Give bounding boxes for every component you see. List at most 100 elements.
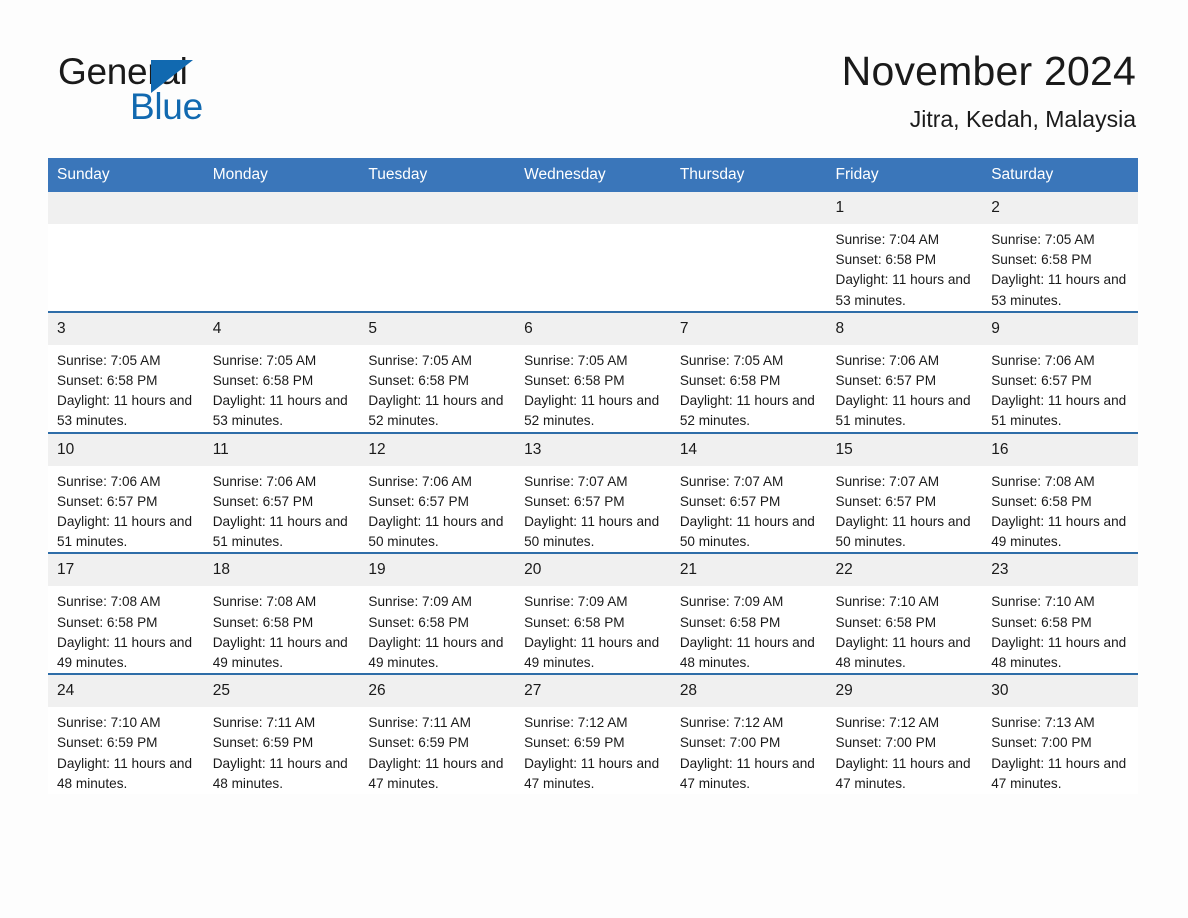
day-number	[515, 192, 671, 224]
calendar-day-cell[interactable]: 30 Sunrise: 7:13 AM Sunset: 7:00 PM Dayligh…	[982, 673, 1138, 795]
sunset-text: Sunset: 6:58 PM	[991, 252, 1092, 268]
page-masthead: General Blue November 2024 Jitra, Kedah,…	[0, 0, 1188, 158]
calendar-week-row: 10 Sunrise: 7:06 AM Sunset: 6:57 PM Dayligh…	[48, 431, 1138, 554]
calendar-day-cell[interactable]: 9 Sunrise: 7:06 AM Sunset: 6:57 PM Daylight…	[982, 310, 1138, 433]
day-number	[48, 192, 204, 224]
calendar-day-cell[interactable]: 1 Sunrise: 7:04 AM Sunset: 6:58 PM Daylight…	[826, 192, 983, 312]
sunset-text: Sunset: 6:58 PM	[679, 373, 781, 389]
sunset-text: Sunset: 6:58 PM	[524, 614, 625, 630]
calendar-day-cell[interactable]: 23 Sunrise: 7:10 AM Sunset: 6:58 PM Dayligh…	[982, 552, 1138, 675]
sunrise-text: Sunrise: 7:10 AM	[991, 594, 1095, 610]
calendar-day-cell[interactable]: 17 Sunrise: 7:08 AM Sunset: 6:58 PM Dayligh…	[48, 552, 204, 675]
day-number: 25	[203, 675, 360, 708]
brand-logo[interactable]: General Blue	[58, 52, 358, 130]
calendar-week-row: 17 Sunrise: 7:08 AM Sunset: 6:58 PM Dayligh…	[48, 552, 1138, 675]
day-number: 7	[670, 312, 827, 345]
calendar-day-cell[interactable]: 6 Sunrise: 7:05 AM Sunset: 6:58 PM Daylight…	[515, 310, 671, 433]
calendar-day-cell[interactable]: 2 Sunrise: 7:05 AM Sunset: 6:58 PM Daylight…	[982, 192, 1138, 312]
day-details: Sunrise: 7:12 AM Sunset: 7:00 PM Daylight:…	[671, 707, 827, 794]
sunset-text: Sunset: 7:00 PM	[835, 735, 937, 751]
calendar-day-cell[interactable]: 26 Sunrise: 7:11 AM Sunset: 6:59 PM Dayligh…	[359, 673, 516, 795]
calendar-day-cell[interactable]: 20 Sunrise: 7:09 AM Sunset: 6:58 PM Dayligh…	[515, 552, 671, 675]
calendar-day-cell[interactable]: 16 Sunrise: 7:08 AM Sunset: 6:58 PM Dayligh…	[982, 431, 1138, 554]
calendar-day-cell[interactable]: 14 Sunrise: 7:07 AM Sunset: 6:57 PM Dayligh…	[670, 431, 827, 554]
sunset-text: Sunset: 6:57 PM	[835, 373, 937, 389]
weekday-header-wednesday: Wednesday	[515, 158, 671, 192]
day-details: Sunrise: 7:07 AM Sunset: 6:57 PM Daylight:…	[515, 466, 671, 553]
daylight-text: Daylight: 11 hours and 53 minutes.	[212, 393, 348, 429]
weekday-header-tuesday: Tuesday	[359, 158, 516, 192]
calendar-day-cell[interactable]: 22 Sunrise: 7:10 AM Sunset: 6:58 PM Dayligh…	[826, 552, 983, 675]
daylight-text: Daylight: 11 hours and 50 minutes.	[524, 514, 660, 550]
sunset-text: Sunset: 7:00 PM	[679, 735, 781, 751]
day-details: Sunrise: 7:06 AM Sunset: 6:57 PM Daylight:…	[204, 466, 360, 553]
day-number: 22	[826, 554, 983, 587]
daylight-text: Daylight: 11 hours and 47 minutes.	[679, 755, 815, 791]
calendar-page: General Blue November 2024 Jitra, Kedah,…	[0, 0, 1188, 918]
day-number: 6	[515, 312, 671, 345]
daylight-text: Daylight: 11 hours and 50 minutes.	[835, 514, 971, 550]
calendar-day-cell[interactable]: 19 Sunrise: 7:09 AM Sunset: 6:58 PM Dayligh…	[359, 552, 516, 675]
sunrise-text: Sunrise: 7:06 AM	[212, 473, 317, 489]
sunset-text: Sunset: 6:58 PM	[368, 614, 469, 630]
day-details: Sunrise: 7:13 AM Sunset: 7:00 PM Daylight:…	[982, 707, 1138, 794]
sunrise-text: Sunrise: 7:11 AM	[368, 715, 471, 731]
calendar-day-cell[interactable]: 25 Sunrise: 7:11 AM Sunset: 6:59 PM Dayligh…	[203, 673, 360, 795]
day-number	[203, 192, 360, 224]
calendar-day-cell[interactable]: 5 Sunrise: 7:05 AM Sunset: 6:58 PM Daylight…	[359, 310, 516, 433]
calendar-day-cell	[359, 192, 516, 312]
sunset-text: Sunset: 6:58 PM	[212, 373, 314, 389]
day-number	[359, 192, 516, 224]
sunset-text: Sunset: 6:57 PM	[835, 493, 937, 509]
day-details: Sunrise: 7:12 AM Sunset: 7:00 PM Daylight:…	[827, 707, 983, 794]
daylight-text: Daylight: 11 hours and 48 minutes.	[835, 634, 971, 671]
daylight-text: Daylight: 11 hours and 49 minutes.	[57, 634, 193, 671]
sunrise-text: Sunrise: 7:08 AM	[57, 594, 161, 610]
sunrise-text: Sunrise: 7:06 AM	[835, 352, 940, 368]
day-number: 17	[48, 554, 204, 587]
sunrise-text: Sunrise: 7:05 AM	[57, 352, 161, 368]
day-details: Sunrise: 7:05 AM Sunset: 6:58 PM Daylight:…	[204, 345, 360, 432]
calendar-day-cell[interactable]: 28 Sunrise: 7:12 AM Sunset: 7:00 PM Dayligh…	[670, 673, 827, 795]
weekday-header-monday: Monday	[203, 158, 360, 192]
sunset-text: Sunset: 6:58 PM	[57, 614, 158, 630]
calendar-day-cell[interactable]: 10 Sunrise: 7:06 AM Sunset: 6:57 PM Dayligh…	[48, 431, 204, 554]
sunset-text: Sunset: 6:58 PM	[368, 373, 469, 389]
calendar-day-cell[interactable]: 29 Sunrise: 7:12 AM Sunset: 7:00 PM Dayligh…	[826, 673, 983, 795]
calendar-day-cell[interactable]: 21 Sunrise: 7:09 AM Sunset: 6:58 PM Dayligh…	[670, 552, 827, 675]
sunset-text: Sunset: 6:57 PM	[57, 493, 158, 509]
day-details: Sunrise: 7:10 AM Sunset: 6:58 PM Daylight:…	[827, 586, 983, 673]
daylight-text: Daylight: 11 hours and 48 minutes.	[57, 755, 193, 791]
sunset-text: Sunset: 6:58 PM	[524, 373, 625, 389]
sunrise-text: Sunrise: 7:11 AM	[212, 715, 316, 731]
day-details: Sunrise: 7:07 AM Sunset: 6:57 PM Daylight:…	[827, 466, 983, 553]
calendar-day-cell[interactable]: 13 Sunrise: 7:07 AM Sunset: 6:57 PM Dayligh…	[515, 431, 671, 554]
calendar-day-cell[interactable]: 27 Sunrise: 7:12 AM Sunset: 6:59 PM Dayligh…	[515, 673, 671, 795]
weekday-header-saturday: Saturday	[982, 158, 1138, 192]
calendar-day-cell[interactable]: 4 Sunrise: 7:05 AM Sunset: 6:58 PM Daylight…	[203, 310, 360, 433]
day-details: Sunrise: 7:09 AM Sunset: 6:58 PM Daylight:…	[671, 586, 827, 673]
sunset-text: Sunset: 6:58 PM	[212, 614, 314, 630]
sunset-text: Sunset: 6:58 PM	[991, 614, 1092, 630]
sunrise-text: Sunrise: 7:12 AM	[679, 715, 784, 731]
calendar-day-cell[interactable]: 18 Sunrise: 7:08 AM Sunset: 6:58 PM Dayligh…	[203, 552, 360, 675]
daylight-text: Daylight: 11 hours and 47 minutes.	[524, 755, 660, 791]
day-details: Sunrise: 7:05 AM Sunset: 6:58 PM Daylight:…	[515, 345, 671, 432]
sunrise-text: Sunrise: 7:12 AM	[524, 715, 628, 731]
calendar-day-cell[interactable]: 8 Sunrise: 7:06 AM Sunset: 6:57 PM Daylight…	[826, 310, 983, 433]
calendar-day-cell[interactable]: 11 Sunrise: 7:06 AM Sunset: 6:57 PM Dayligh…	[203, 431, 360, 554]
calendar-day-cell[interactable]: 7 Sunrise: 7:05 AM Sunset: 6:58 PM Daylight…	[670, 310, 827, 433]
sunrise-text: Sunrise: 7:10 AM	[835, 594, 940, 610]
sunset-text: Sunset: 6:57 PM	[679, 493, 781, 509]
daylight-text: Daylight: 11 hours and 53 minutes.	[835, 272, 971, 308]
sunrise-text: Sunrise: 7:06 AM	[57, 473, 161, 489]
calendar-day-cell[interactable]: 12 Sunrise: 7:06 AM Sunset: 6:57 PM Dayligh…	[359, 431, 516, 554]
day-number: 24	[48, 675, 204, 708]
day-number	[670, 192, 827, 224]
sunset-text: Sunset: 6:58 PM	[679, 614, 781, 630]
day-details: Sunrise: 7:06 AM Sunset: 6:57 PM Daylight:…	[827, 345, 983, 432]
calendar-day-cell[interactable]: 15 Sunrise: 7:07 AM Sunset: 6:57 PM Dayligh…	[826, 431, 983, 554]
day-details: Sunrise: 7:04 AM Sunset: 6:58 PM Daylight:…	[827, 224, 983, 311]
calendar-day-cell[interactable]: 3 Sunrise: 7:05 AM Sunset: 6:58 PM Daylight…	[48, 310, 204, 433]
calendar-day-cell[interactable]: 24 Sunrise: 7:10 AM Sunset: 6:59 PM Dayligh…	[48, 673, 204, 795]
